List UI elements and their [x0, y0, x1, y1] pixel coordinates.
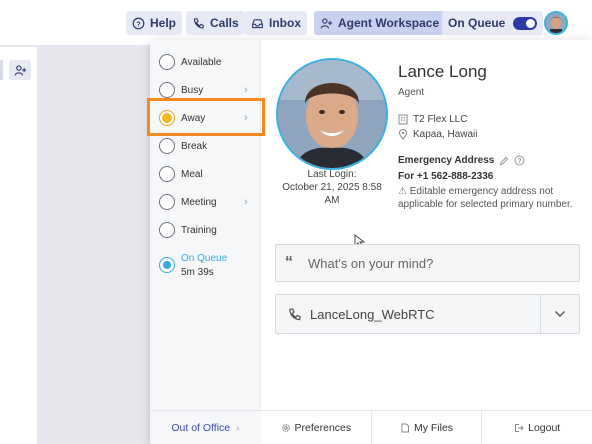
status-on-queue[interactable]: On Queue 5m 39s	[150, 250, 261, 280]
phone-station-value: LanceLong_WebRTC	[310, 307, 435, 322]
status-label: Meal	[181, 168, 203, 180]
phone-station-select[interactable]: LanceLong_WebRTC	[275, 294, 580, 334]
status-list: Available Busy › Away › Break Meal Meeti…	[147, 40, 265, 410]
organization: T2 Flex LLC	[398, 114, 467, 125]
radio-icon	[159, 222, 175, 238]
status-meeting[interactable]: Meeting ›	[150, 188, 261, 216]
add-contact-button[interactable]	[9, 60, 31, 80]
phone-icon	[193, 17, 205, 29]
help-button[interactable]: ? Help	[126, 11, 183, 35]
calls-button[interactable]: Calls	[186, 11, 245, 35]
inbox-icon	[252, 18, 263, 28]
agent-workspace-button[interactable]: Agent Workspace	[314, 11, 446, 35]
radio-icon	[159, 194, 175, 210]
avatar-face-icon	[546, 13, 566, 33]
status-training[interactable]: Training	[150, 216, 261, 244]
radio-icon	[159, 54, 175, 70]
my-files-label: My Files	[413, 421, 454, 434]
location: Kapaa, Hawaii	[398, 129, 477, 140]
status-break[interactable]: Break	[150, 132, 261, 160]
on-queue-status-label: On Queue	[181, 253, 228, 264]
on-queue-timer: 5m 39s	[181, 267, 214, 278]
sidebar-stub	[0, 60, 3, 80]
user-add-icon	[14, 64, 26, 76]
panel-footer: Preferences My Files Logout	[261, 410, 592, 444]
location-label: Kapaa, Hawaii	[413, 129, 478, 140]
gear-icon	[281, 423, 290, 432]
agent-role: Agent	[398, 87, 425, 98]
chevron-right-icon: ›	[244, 84, 248, 96]
status-label: Meeting	[181, 196, 217, 208]
status-label: Break	[181, 140, 208, 152]
help-circle-icon[interactable]: ?	[514, 155, 525, 166]
left-sidebar	[0, 47, 38, 444]
profile-face-icon	[278, 60, 386, 168]
svg-text:?: ?	[518, 158, 522, 165]
user-add-icon	[320, 17, 333, 29]
status-meal[interactable]: Meal	[150, 160, 261, 188]
station-dropdown-button[interactable]	[540, 295, 579, 333]
location-pin-icon	[398, 129, 408, 140]
preferences-label: Preferences	[294, 421, 352, 434]
help-label: Help	[150, 16, 177, 30]
radio-on-icon	[159, 257, 175, 273]
emergency-note: ⚠ Editable emergency address not applica…	[398, 185, 578, 211]
radio-icon	[159, 166, 175, 182]
away-highlight-box	[147, 98, 265, 136]
emergency-address-heading: Emergency Address ?	[398, 155, 525, 166]
file-icon	[401, 423, 409, 432]
agent-workspace-label: Agent Workspace	[338, 16, 440, 30]
chevron-right-icon: ›	[236, 421, 240, 434]
status-label: Available	[181, 56, 222, 68]
inbox-button[interactable]: Inbox	[245, 11, 307, 35]
logout-icon	[515, 423, 524, 432]
pencil-icon[interactable]	[499, 156, 509, 166]
user-avatar[interactable]	[544, 11, 568, 35]
organization-label: T2 Flex LLC	[413, 114, 468, 125]
radio-icon	[159, 82, 175, 98]
agent-name: Lance Long	[398, 62, 487, 81]
last-login-value: October 21, 2025 8:58 AM	[282, 182, 382, 206]
on-queue-label: On Queue	[448, 16, 506, 30]
queue-toggle-switch[interactable]	[513, 16, 538, 30]
logout-button[interactable]: Logout	[482, 411, 592, 444]
preferences-button[interactable]: Preferences	[261, 411, 372, 444]
calls-label: Calls	[210, 16, 239, 30]
chevron-down-icon	[555, 311, 565, 317]
status-message-placeholder: What's on your mind?	[308, 255, 434, 271]
out-of-office-button[interactable]: Out of Office ›	[150, 410, 261, 444]
radio-icon	[159, 138, 175, 154]
chevron-right-icon: ›	[244, 196, 248, 208]
on-queue-toggle[interactable]: On Queue	[442, 11, 544, 35]
quote-icon: “	[285, 254, 293, 271]
building-icon	[398, 114, 408, 125]
status-label: Busy	[181, 84, 204, 96]
last-login: Last Login: October 21, 2025 8:58 AM	[276, 168, 388, 207]
last-login-label: Last Login:	[307, 169, 357, 180]
my-files-button[interactable]: My Files	[372, 411, 483, 444]
status-label: Training	[181, 224, 217, 236]
emergency-address-title: Emergency Address	[398, 155, 495, 166]
agent-status-panel: Available Busy › Away › Break Meal Meeti…	[147, 40, 592, 444]
emergency-note-text: Editable emergency address not applicabl…	[398, 186, 573, 210]
help-icon: ?	[132, 17, 145, 29]
profile-photo	[276, 58, 388, 170]
svg-text:?: ?	[136, 19, 141, 28]
status-available[interactable]: Available	[150, 48, 261, 76]
status-message-input[interactable]: “ What's on your mind?	[275, 244, 580, 282]
inbox-label: Inbox	[269, 16, 301, 30]
out-of-office-label: Out of Office	[171, 421, 231, 434]
warning-icon: ⚠	[398, 186, 407, 197]
emergency-number: For +1 562-888-2336	[398, 171, 494, 182]
logout-label: Logout	[528, 421, 561, 434]
phone-icon	[289, 308, 301, 321]
